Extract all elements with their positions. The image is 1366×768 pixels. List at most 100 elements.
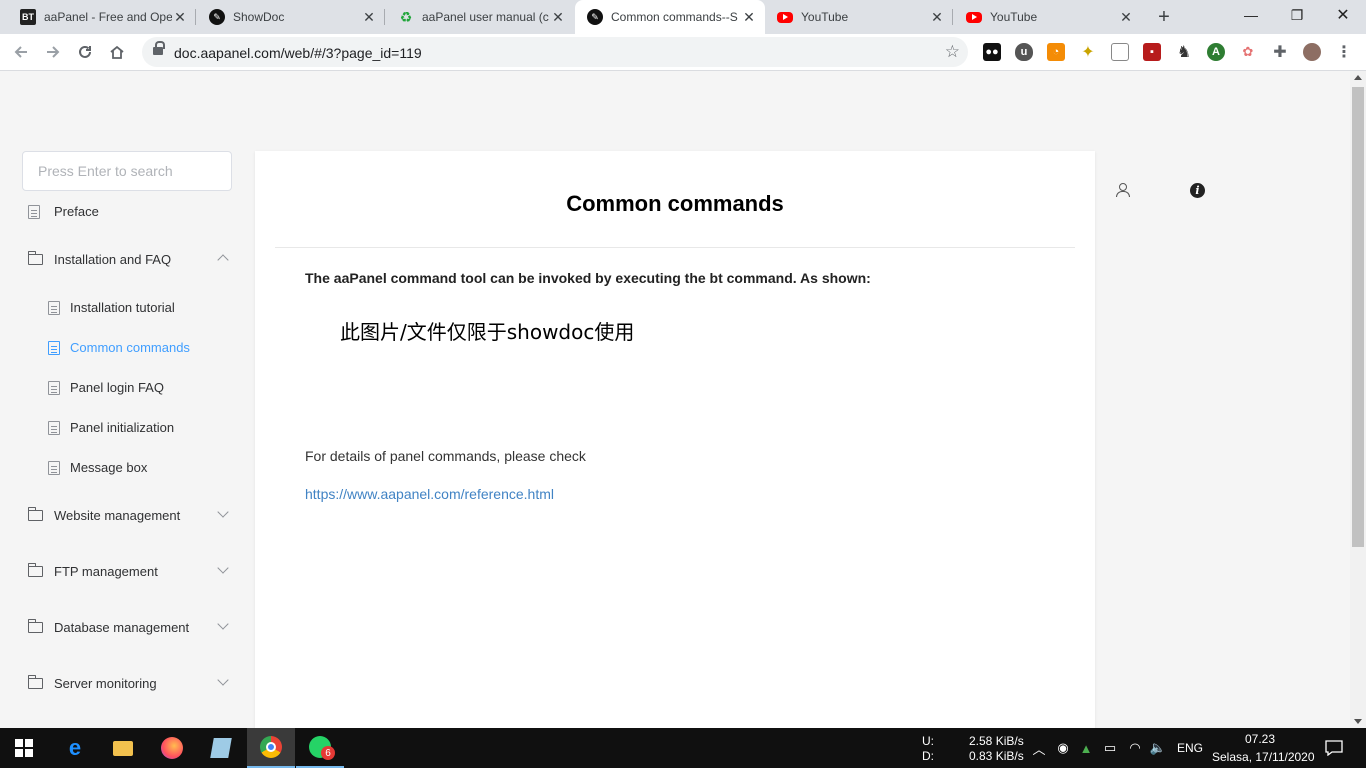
action-center-icon bbox=[1325, 740, 1343, 756]
sidebar-item-label: FTP management bbox=[54, 564, 158, 579]
reload-button[interactable] bbox=[72, 39, 98, 65]
details-text: For details of panel commands, please ch… bbox=[305, 448, 586, 464]
sidebar-item-panel-login-faq[interactable]: Panel login FAQ bbox=[48, 380, 164, 395]
close-window-button[interactable]: ✕ bbox=[1320, 0, 1366, 30]
app-icon[interactable] bbox=[197, 728, 245, 768]
chevron-down-icon[interactable] bbox=[217, 618, 229, 630]
divider bbox=[275, 247, 1075, 248]
sidebar-item-common-commands[interactable]: Common commands bbox=[48, 340, 190, 355]
reload-icon bbox=[79, 45, 91, 58]
google-drive-icon[interactable]: ▲ bbox=[1078, 740, 1094, 756]
chevron-up-icon[interactable] bbox=[217, 254, 229, 266]
notification-icon[interactable] bbox=[1324, 740, 1344, 756]
volume-icon[interactable]: 🔈 bbox=[1150, 740, 1166, 756]
close-tab-icon[interactable]: ✕ bbox=[1118, 9, 1134, 25]
document-extension-icon[interactable] bbox=[1111, 43, 1129, 61]
wifi-icon[interactable]: ◠ bbox=[1127, 740, 1143, 756]
browser-toolbar: doc.aapanel.com/web/#/3?page_id=119 ☆ ●●… bbox=[0, 34, 1366, 71]
chess-knight-icon[interactable]: ♞ bbox=[1175, 43, 1193, 61]
restore-button[interactable]: ❐ bbox=[1274, 0, 1320, 30]
folder-icon bbox=[28, 507, 43, 521]
home-icon bbox=[110, 45, 124, 59]
extension-icon[interactable]: ✿ bbox=[1239, 43, 1257, 61]
battery-icon[interactable]: ▭ bbox=[1102, 740, 1118, 756]
tab-youtube[interactable]: YouTube ✕ bbox=[765, 0, 953, 34]
extension-icon[interactable]: ▪ bbox=[1143, 43, 1161, 61]
tab-showdoc[interactable]: ✎ ShowDoc ✕ bbox=[197, 0, 385, 34]
file-explorer-icon[interactable] bbox=[99, 728, 147, 768]
minimize-button[interactable]: — bbox=[1228, 0, 1274, 30]
rss-icon[interactable]: ◔ bbox=[1047, 43, 1065, 61]
star-icon[interactable]: ☆ bbox=[945, 42, 960, 62]
user-icon[interactable] bbox=[1116, 183, 1130, 197]
address-bar[interactable]: doc.aapanel.com/web/#/3?page_id=119 ☆ bbox=[142, 37, 968, 67]
scroll-down-icon[interactable] bbox=[1354, 719, 1362, 724]
close-tab-icon[interactable]: ✕ bbox=[172, 9, 188, 25]
new-tab-button[interactable]: + bbox=[1152, 5, 1176, 29]
image-placeholder: 此图片/文件仅限于showdoc使用 bbox=[340, 320, 635, 344]
scroll-up-icon[interactable] bbox=[1354, 75, 1362, 80]
info-icon[interactable]: i bbox=[1190, 183, 1205, 198]
firefox-icon[interactable] bbox=[148, 728, 196, 768]
sidebar-item-installation-faq[interactable]: Installation and FAQ bbox=[28, 251, 171, 267]
home-button[interactable] bbox=[104, 39, 130, 65]
sidebar-item-preface[interactable]: Preface bbox=[28, 204, 99, 219]
url-text[interactable]: doc.aapanel.com/web/#/3?page_id=119 bbox=[174, 45, 422, 61]
sidebar-item-panel-initialization[interactable]: Panel initialization bbox=[48, 420, 174, 435]
start-button[interactable] bbox=[0, 728, 48, 768]
close-tab-icon[interactable]: ✕ bbox=[929, 9, 945, 25]
document-panel: Common commands The aaPanel command tool… bbox=[255, 151, 1095, 728]
arrow-right-icon bbox=[47, 46, 60, 58]
scrollbar[interactable] bbox=[1350, 71, 1366, 728]
whatsapp-icon[interactable]: 6 bbox=[296, 728, 344, 768]
tab-youtube[interactable]: YouTube ✕ bbox=[954, 0, 1142, 34]
sidebar-item-label: Panel initialization bbox=[70, 420, 175, 435]
tab-aapanel[interactable]: BT aaPanel - Free and Ope ✕ bbox=[8, 0, 196, 34]
forward-button[interactable] bbox=[40, 39, 66, 65]
extension-icon[interactable]: ✦ bbox=[1079, 43, 1097, 61]
chevron-down-icon[interactable] bbox=[217, 674, 229, 686]
document-icon bbox=[28, 204, 40, 219]
document-icon bbox=[48, 420, 60, 435]
sidebar-item-label: Database management bbox=[54, 620, 190, 635]
close-tab-icon[interactable]: ✕ bbox=[361, 9, 377, 25]
sidebar-item-label: Server monitoring bbox=[54, 676, 157, 691]
showdoc-icon: ✎ bbox=[587, 9, 603, 25]
sidebar-item-server-monitoring[interactable]: Server monitoring bbox=[28, 675, 157, 691]
sidebar-item-message-box[interactable]: Message box bbox=[48, 460, 147, 475]
menu-icon[interactable]: ⋮ bbox=[1335, 43, 1353, 61]
tab-title: YouTube bbox=[990, 10, 1038, 24]
search-input[interactable] bbox=[22, 151, 232, 191]
chrome-icon[interactable] bbox=[247, 728, 295, 768]
reference-link[interactable]: https://www.aapanel.com/reference.html bbox=[305, 486, 554, 502]
discord-icon[interactable]: ◉ bbox=[1055, 740, 1071, 756]
extension-icon[interactable]: ●● bbox=[983, 43, 1001, 61]
extension-icon[interactable]: A bbox=[1207, 43, 1225, 61]
clock-date[interactable]: Selasa, 17/11/2020 bbox=[1212, 750, 1315, 764]
avatar[interactable] bbox=[1303, 43, 1321, 61]
tab-title: Common commands--S bbox=[611, 10, 738, 24]
chevron-down-icon[interactable] bbox=[217, 562, 229, 574]
sidebar-item-website-management[interactable]: Website management bbox=[28, 507, 180, 523]
scrollbar-thumb[interactable] bbox=[1352, 87, 1364, 547]
ublock-icon[interactable]: u bbox=[1015, 43, 1033, 61]
language-indicator[interactable]: ENG bbox=[1177, 741, 1203, 755]
notification-badge: 6 bbox=[321, 746, 335, 760]
sidebar-item-ftp-management[interactable]: FTP management bbox=[28, 563, 158, 579]
tab-aapanel-manual[interactable]: ♻ aaPanel user manual (c ✕ bbox=[386, 0, 574, 34]
tab-title: YouTube bbox=[801, 10, 849, 24]
close-tab-icon[interactable]: ✕ bbox=[741, 9, 757, 25]
edge-icon[interactable]: e bbox=[51, 728, 99, 768]
sidebar-item-label: Installation tutorial bbox=[70, 300, 175, 315]
puzzle-icon[interactable]: ✚ bbox=[1271, 43, 1289, 61]
close-tab-icon[interactable]: ✕ bbox=[550, 9, 566, 25]
tab-common-commands[interactable]: ✎ Common commands--S ✕ bbox=[575, 0, 765, 34]
clock-time[interactable]: 07.23 bbox=[1245, 732, 1275, 746]
showdoc-icon: ✎ bbox=[209, 9, 225, 25]
sidebar-item-installation-tutorial[interactable]: Installation tutorial bbox=[48, 300, 175, 315]
youtube-icon bbox=[777, 11, 793, 23]
chevron-up-icon[interactable]: ︿ bbox=[1031, 740, 1047, 757]
sidebar-item-database-management[interactable]: Database management bbox=[28, 619, 190, 635]
back-button[interactable] bbox=[8, 39, 34, 65]
chevron-down-icon[interactable] bbox=[217, 506, 229, 518]
